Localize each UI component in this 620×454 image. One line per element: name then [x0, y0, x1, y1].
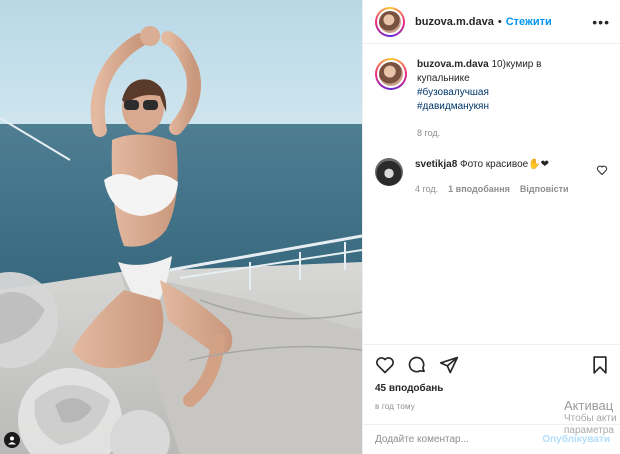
post-actions: 45 вподобань в год тому: [363, 344, 620, 411]
add-comment-bar: Опублікувати: [363, 424, 620, 454]
hashtag-link[interactable]: #бузовалучшая: [417, 86, 587, 100]
post-panel: buzova.m.dava • Стежити ••• buzova.m.dav…: [362, 0, 620, 454]
post-header: buzova.m.dava • Стежити •••: [363, 0, 620, 44]
caption-avatar[interactable]: [375, 58, 407, 90]
reply-button[interactable]: Відповісти: [520, 182, 569, 196]
user-tag-button[interactable]: [4, 432, 20, 448]
avatar[interactable]: [375, 6, 405, 37]
comment-avatar[interactable]: [375, 158, 403, 186]
likes-count[interactable]: 45 вподобань: [375, 383, 610, 394]
photo-image: [0, 0, 362, 454]
heart-icon[interactable]: [375, 355, 395, 375]
header-username[interactable]: buzova.m.dava: [415, 16, 494, 28]
paper-plane-icon[interactable]: [439, 355, 459, 375]
caption-body: buzova.m.dava 10)кумир в купальнике #буз…: [417, 58, 587, 140]
comment-item: svetikja8 Фото красивое✋❤ 4 год. 1 вподо…: [375, 158, 608, 196]
caption-username[interactable]: buzova.m.dava: [417, 59, 489, 70]
comment-username[interactable]: svetikja8: [415, 159, 457, 170]
more-options-icon[interactable]: •••: [592, 14, 610, 30]
caption: buzova.m.dava 10)кумир в купальнике #буз…: [375, 58, 608, 140]
comment-icon[interactable]: [407, 355, 427, 375]
comment-body: svetikja8 Фото красивое✋❤ 4 год. 1 вподо…: [415, 158, 585, 196]
user-tag-icon: [8, 436, 16, 445]
comments-section: buzova.m.dava 10)кумир в купальнике #буз…: [363, 44, 620, 196]
action-icons: [375, 353, 610, 377]
comment-meta: 4 год. 1 вподобання Відповісти: [415, 182, 585, 196]
publish-button[interactable]: Опублікувати: [542, 434, 610, 445]
caption-time: 8 год.: [417, 128, 441, 138]
hashtag-link[interactable]: #давидманукян: [417, 100, 587, 114]
comment-time: 4 год.: [415, 184, 439, 194]
comment-input[interactable]: [375, 434, 543, 445]
post-photo[interactable]: [0, 0, 362, 454]
post-time: в год тому: [375, 402, 415, 411]
comment-heart-icon[interactable]: [596, 164, 608, 176]
comment-likes[interactable]: 1 вподобання: [448, 182, 510, 196]
separator-dot: •: [497, 15, 502, 28]
bookmark-icon[interactable]: [590, 355, 610, 375]
follow-button[interactable]: Стежити: [506, 16, 552, 28]
comment-text: Фото красивое✋❤: [460, 159, 550, 170]
